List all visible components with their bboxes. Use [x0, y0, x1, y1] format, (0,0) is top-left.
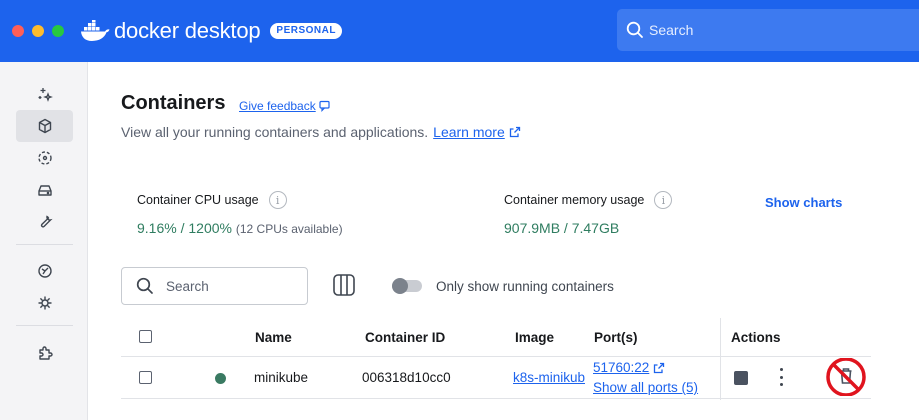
- column-header-actions: Actions: [731, 330, 781, 345]
- window-minimize-button[interactable]: [32, 25, 44, 37]
- learn-more-link[interactable]: Learn more: [433, 124, 521, 140]
- container-icon: [38, 118, 51, 134]
- page-title: Containers: [121, 92, 226, 114]
- build-icon: [40, 215, 53, 228]
- container-image-cell: k8s-minikube: [513, 370, 585, 385]
- window-zoom-button[interactable]: [52, 25, 64, 37]
- sidebar-item-volumes[interactable]: [16, 174, 73, 206]
- running-only-toggle[interactable]: [392, 278, 422, 294]
- feedback-icon: [319, 100, 330, 112]
- sidebar-divider: [16, 244, 73, 245]
- container-image-link[interactable]: k8s-minikube: [513, 370, 585, 385]
- column-header-name[interactable]: Name: [255, 330, 292, 345]
- global-search[interactable]: [617, 9, 919, 51]
- row-checkbox[interactable]: [139, 371, 152, 384]
- brand-name: docker desktop: [114, 18, 261, 43]
- port-link[interactable]: 51760:22: [593, 360, 665, 375]
- container-name[interactable]: minikube: [254, 370, 308, 385]
- sidebar-item-scout[interactable]: [16, 255, 73, 287]
- sidebar-item-images[interactable]: [16, 142, 73, 174]
- docker-whale-icon: [81, 20, 110, 41]
- container-search[interactable]: [121, 267, 308, 305]
- kubernetes-icon: [38, 296, 51, 310]
- column-header-ports[interactable]: Port(s): [594, 330, 638, 345]
- cpu-usage-label-text: Container CPU usage: [137, 193, 259, 207]
- column-header-container-id[interactable]: Container ID: [365, 330, 445, 345]
- columns-icon[interactable]: [332, 273, 356, 297]
- volume-icon: [37, 185, 52, 196]
- delete-forbidden-icon[interactable]: [824, 358, 868, 396]
- stop-icon[interactable]: [734, 371, 748, 385]
- running-status-dot: [215, 373, 226, 384]
- sidebar-item-ask-gordon[interactable]: [16, 78, 73, 110]
- cpu-usage-label: Container CPU usage i: [137, 191, 287, 209]
- give-feedback-link[interactable]: Give feedback: [239, 99, 331, 113]
- actions-column-divider: [720, 318, 721, 400]
- external-link-icon: [654, 362, 665, 373]
- extensions-icon: [38, 346, 53, 360]
- cpu-usage-value: 9.16% / 1200% (12 CPUs available): [137, 220, 343, 236]
- sidebar-item-kubernetes[interactable]: [16, 287, 73, 319]
- external-link-icon: [509, 126, 520, 138]
- info-icon[interactable]: i: [654, 191, 673, 209]
- plan-badge: PERSONAL: [270, 23, 342, 39]
- running-only-label: Only show running containers: [436, 279, 614, 294]
- column-header-image[interactable]: Image: [515, 330, 554, 345]
- memory-usage-value: 907.9MB / 7.47GB: [504, 220, 619, 236]
- sidebar-divider: [16, 325, 73, 326]
- sidebar-item-containers[interactable]: [16, 110, 73, 142]
- page-subtitle-text: View all your running containers and app…: [121, 124, 429, 140]
- memory-usage-label-text: Container memory usage: [504, 193, 645, 207]
- main-content: Containers Give feedback View all your r…: [89, 62, 919, 420]
- container-search-input[interactable]: [166, 278, 286, 294]
- show-all-ports-link[interactable]: Show all ports (5): [593, 380, 698, 395]
- learn-more-label: Learn more: [433, 124, 505, 140]
- sidebar: [0, 62, 88, 420]
- image-icon: [37, 151, 52, 165]
- select-all-checkbox[interactable]: [139, 330, 152, 343]
- memory-usage-label: Container memory usage i: [504, 191, 673, 209]
- search-icon: [626, 21, 643, 38]
- docker-logo: docker desktop PERSONAL: [80, 16, 342, 46]
- global-search-input[interactable]: [649, 22, 869, 38]
- sidebar-item-extensions[interactable]: [16, 337, 73, 369]
- table-row-divider: [121, 356, 871, 357]
- more-options-icon[interactable]: [778, 368, 784, 386]
- port-link-label: 51760:22: [593, 360, 650, 375]
- cpu-usage-value-text: 9.16% / 1200%: [137, 220, 232, 236]
- title-bar: docker desktop PERSONAL: [0, 0, 919, 62]
- window-close-button[interactable]: [12, 25, 24, 37]
- sparkle-icon: [38, 88, 53, 102]
- search-icon: [136, 277, 153, 294]
- scout-icon: [37, 264, 52, 278]
- sidebar-item-builds[interactable]: [16, 206, 73, 238]
- container-id[interactable]: 006318d10cc0: [362, 370, 451, 385]
- table-row-divider: [121, 398, 871, 399]
- toggle-knob: [392, 278, 408, 294]
- memory-usage-value-text: 907.9MB / 7.47GB: [504, 220, 620, 236]
- show-charts-link[interactable]: Show charts: [765, 195, 842, 210]
- give-feedback-label: Give feedback: [239, 99, 316, 113]
- page-subtitle: View all your running containers and app…: [121, 124, 521, 140]
- info-icon[interactable]: i: [268, 191, 287, 209]
- cpu-count-note: (12 CPUs available): [235, 222, 343, 236]
